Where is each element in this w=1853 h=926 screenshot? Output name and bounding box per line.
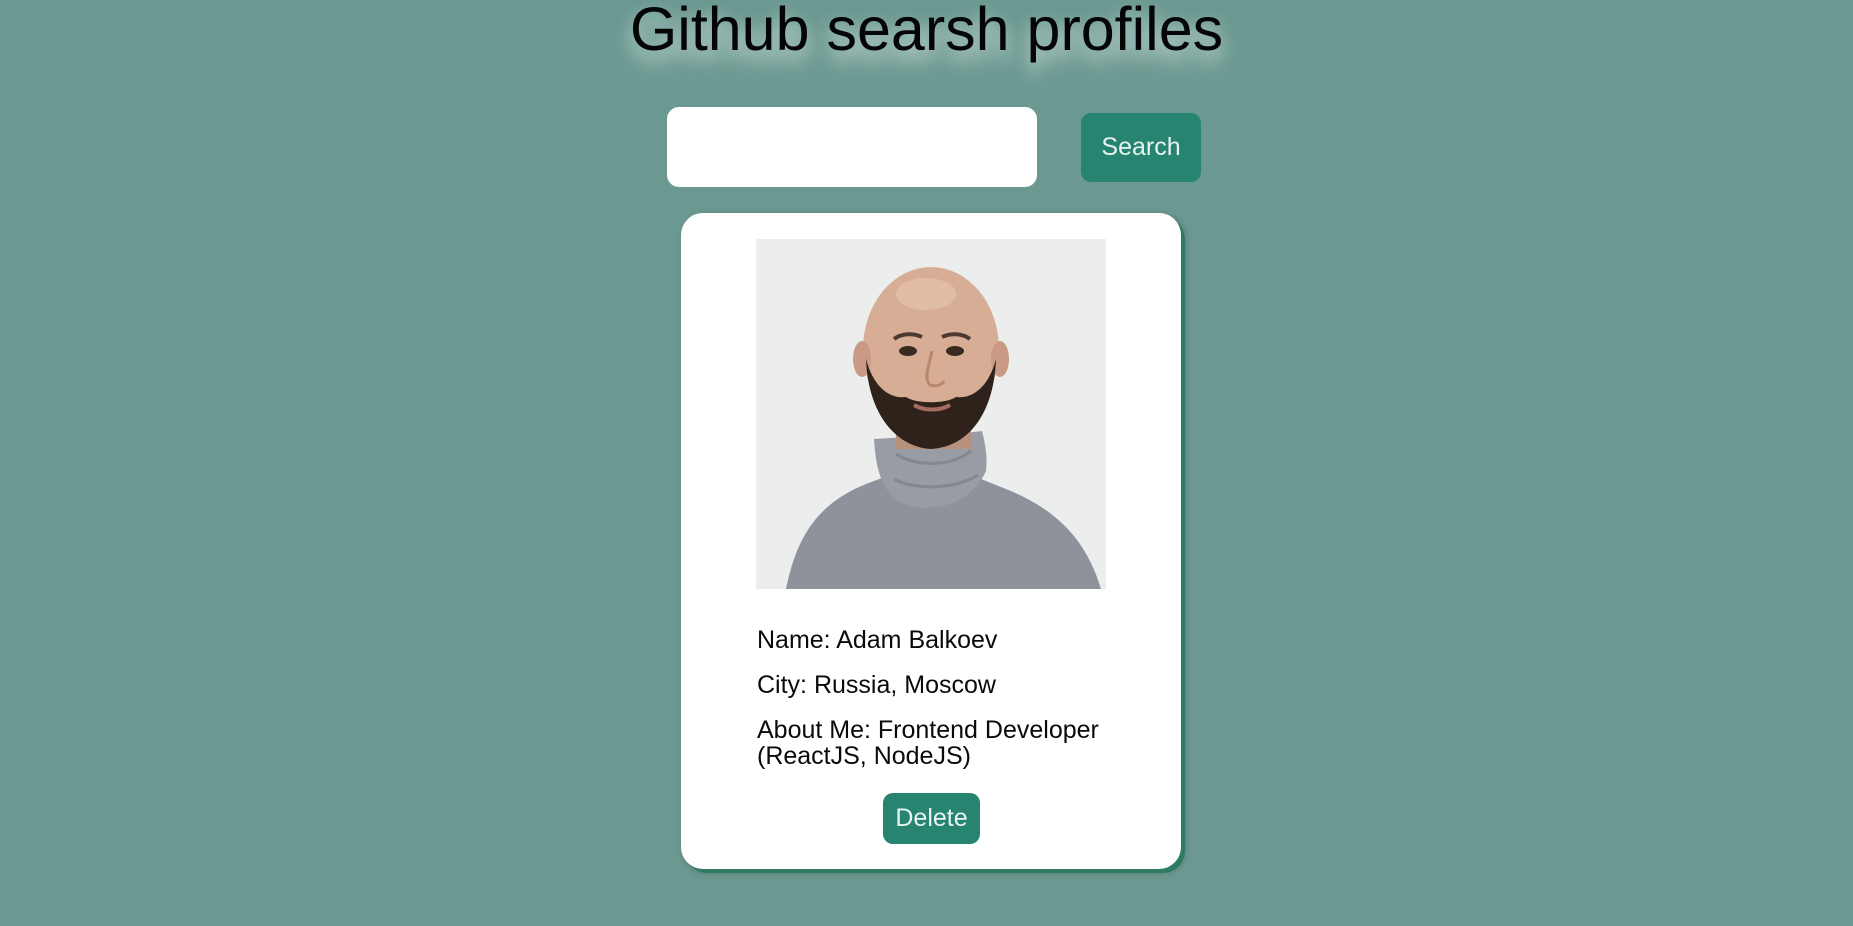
- profile-city: City: Russia, Moscow: [757, 671, 996, 699]
- delete-button[interactable]: Delete: [883, 793, 980, 844]
- page-title: Github searsh profiles: [629, 0, 1224, 63]
- profile-card: Name: Adam Balkoev City: Russia, Moscow …: [681, 213, 1181, 869]
- profile-avatar: [756, 239, 1106, 589]
- profile-about: About Me: Frontend Developer (ReactJS, N…: [757, 716, 1099, 770]
- search-input[interactable]: [667, 107, 1037, 187]
- search-button[interactable]: Search: [1081, 113, 1201, 182]
- avatar-photo: [756, 239, 1106, 589]
- profile-name: Name: Adam Balkoev: [757, 626, 998, 654]
